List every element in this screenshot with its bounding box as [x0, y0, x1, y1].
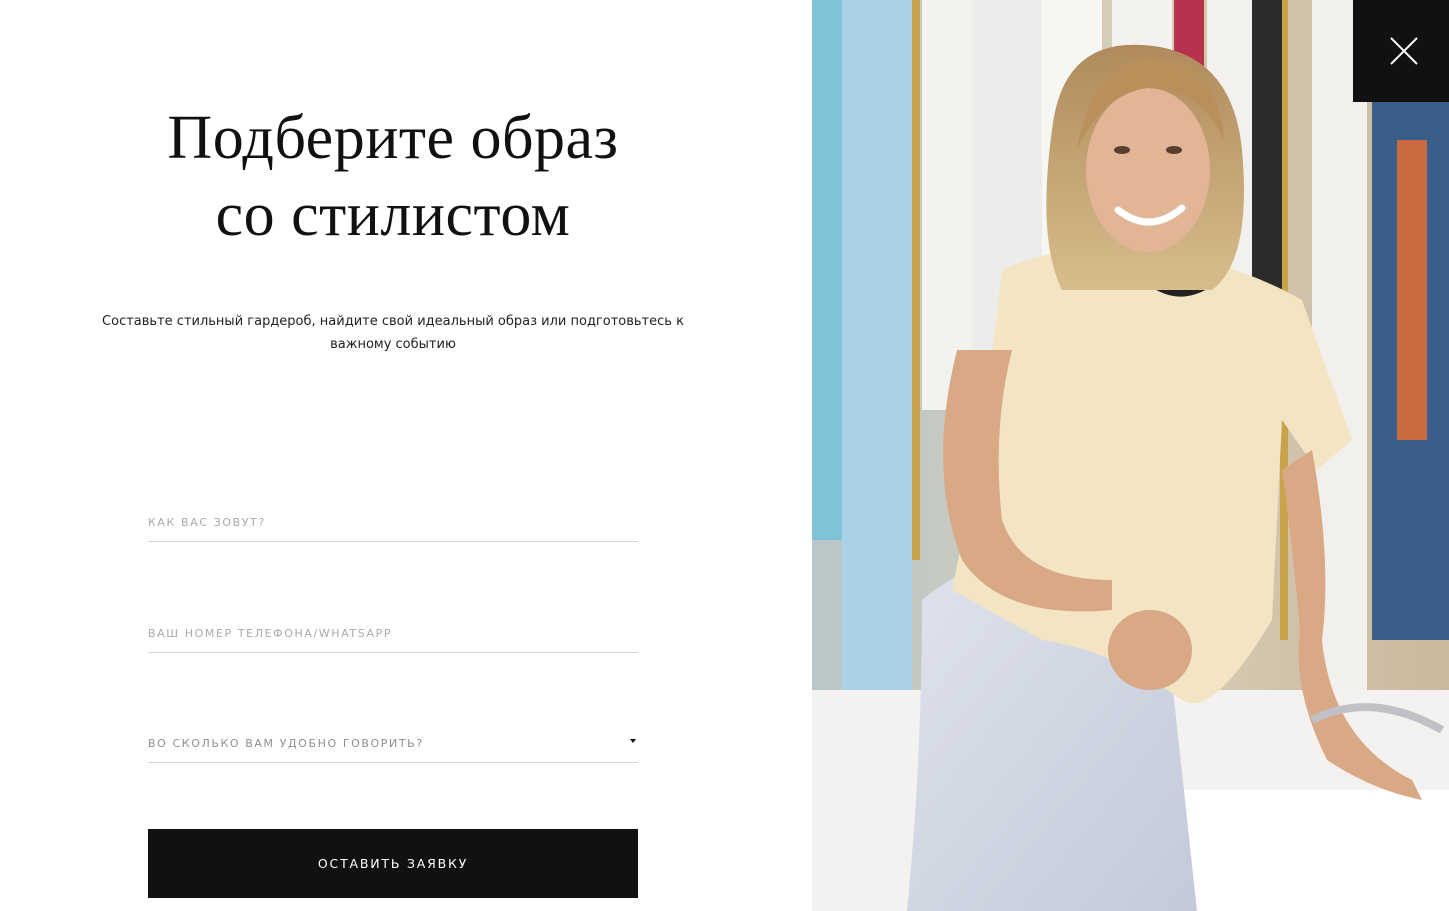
phone-input[interactable] [148, 627, 638, 640]
name-field [148, 502, 638, 542]
caret-down-icon [630, 739, 636, 743]
close-button[interactable] [1353, 0, 1449, 102]
page-subtitle: Составьте стильный гардероб, найдите сво… [102, 314, 684, 352]
close-icon [1390, 37, 1418, 65]
page-title: Подберите образ со стилистом [0, 100, 786, 254]
submit-button[interactable]: ОСТАВИТЬ ЗАЯВКУ [148, 829, 638, 898]
name-input[interactable] [148, 516, 638, 529]
call-time-select-label: ВО СКОЛЬКО ВАМ УДОБНО ГОВОРИТЬ? [148, 737, 424, 750]
phone-field [148, 613, 638, 653]
title-line-1: Подберите образ [167, 104, 619, 172]
call-time-select[interactable]: ВО СКОЛЬКО ВАМ УДОБНО ГОВОРИТЬ? [148, 723, 638, 763]
stylist-photo-image [812, 0, 1449, 911]
stylist-photo [812, 0, 1449, 911]
title-line-2: со стилистом [215, 181, 571, 249]
modal-form-panel: Подберите образ со стилистом Составьте с… [0, 0, 812, 911]
